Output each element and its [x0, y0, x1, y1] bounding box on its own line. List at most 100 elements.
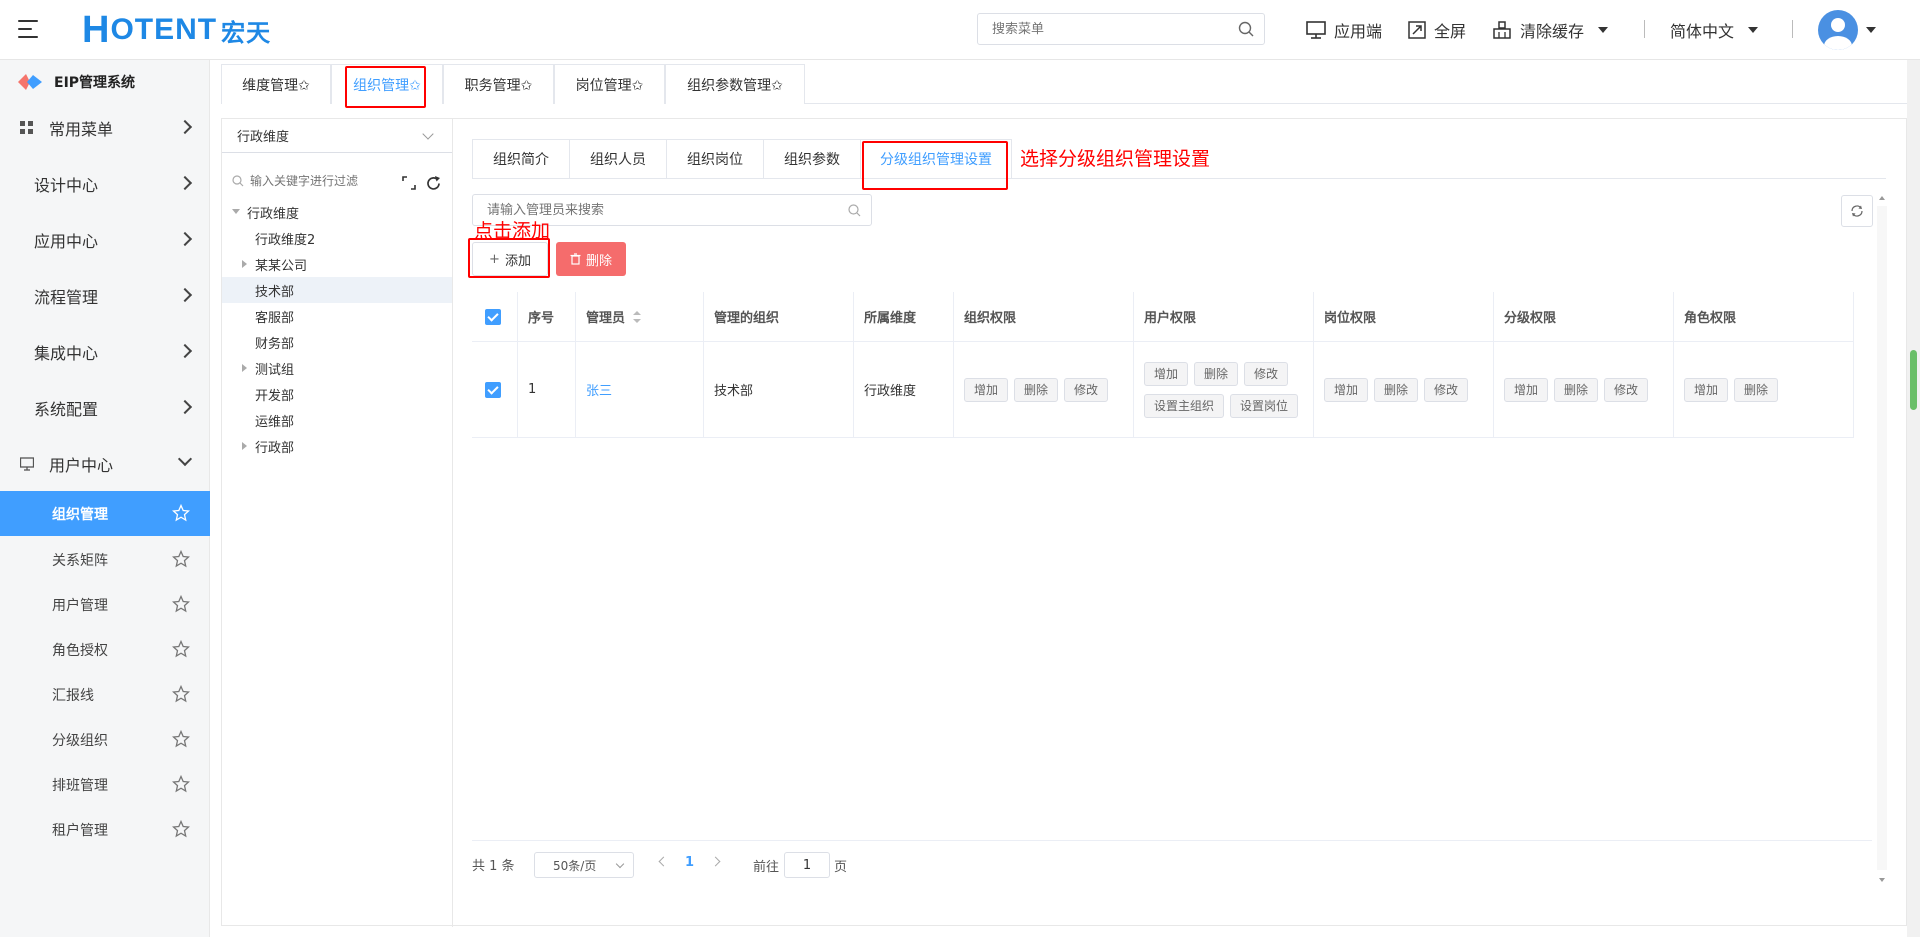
star-icon[interactable] [172, 730, 190, 748]
page-scrollbar[interactable] [1907, 60, 1920, 937]
avatar-caret-icon[interactable] [1866, 27, 1876, 33]
tree-node[interactable]: 行政维度2 [222, 225, 452, 251]
tab-dimension-manage[interactable]: 维度管理✩ [221, 64, 331, 104]
sidebar-sub-grade-org[interactable]: 分级组织 [0, 717, 210, 762]
sidebar-sub-org-manage[interactable]: 组织管理 [0, 491, 210, 536]
tree-expanded-icon[interactable] [232, 209, 240, 214]
sidebar-item-app-center[interactable]: 应用中心 [0, 216, 210, 264]
perm-edit-button[interactable]: 修改 [1424, 377, 1469, 402]
tab-org-param-manage[interactable]: 组织参数管理✩ [665, 64, 805, 104]
sidebar-item-system-config[interactable]: 系统配置 [0, 384, 210, 432]
perm-add-button[interactable]: 增加 [1504, 377, 1549, 402]
current-page[interactable]: 1 [685, 855, 694, 870]
tab-org-manage[interactable]: 组织管理✩ [331, 64, 443, 104]
sidebar-sub-report-line[interactable]: 汇报线 [0, 672, 210, 717]
app-end-button[interactable]: 应用端 [1306, 18, 1382, 42]
perm-add-button[interactable]: 增加 [1684, 377, 1729, 402]
scroll-thumb[interactable] [1910, 350, 1917, 410]
subtab-org-intro[interactable]: 组织简介 [472, 139, 570, 179]
tree-node[interactable]: 开发部 [222, 381, 452, 407]
perm-add-button[interactable]: 增加 [1144, 361, 1189, 386]
perm-edit-button[interactable]: 修改 [1604, 377, 1649, 402]
tree-node[interactable]: 测试组 [222, 355, 452, 381]
search-icon[interactable] [1238, 21, 1254, 37]
star-icon[interactable] [172, 820, 190, 838]
expand-collapse-icon[interactable] [402, 176, 416, 190]
star-icon[interactable] [172, 504, 190, 522]
dimension-select[interactable]: 行政维度 [222, 119, 452, 153]
admin-link[interactable]: 张三 [586, 380, 612, 399]
tab-post-manage[interactable]: 岗位管理✩ [554, 64, 665, 104]
sidebar-sub-role-auth[interactable]: 角色授权 [0, 627, 210, 672]
tree-collapsed-icon[interactable] [242, 260, 247, 268]
perm-add-button[interactable]: 增加 [1324, 377, 1369, 402]
goto-label: 前往 [753, 860, 780, 875]
tree-collapsed-icon[interactable] [242, 442, 247, 450]
clear-cache-button[interactable]: 清除缓存 [1492, 18, 1609, 42]
tree-node[interactable]: 某某公司 [222, 251, 452, 277]
sidebar-item-integration[interactable]: 集成中心 [0, 328, 210, 376]
menu-toggle-icon[interactable] [18, 18, 42, 40]
tree-node[interactable]: 客服部 [222, 303, 452, 329]
tree-filter-input[interactable] [250, 174, 400, 188]
language-select[interactable]: 简体中文 [1670, 18, 1759, 42]
perm-edit-button[interactable]: 修改 [1244, 361, 1289, 386]
perm-delete-button[interactable]: 删除 [1014, 377, 1059, 402]
sidebar-sub-tenant[interactable]: 租户管理 [0, 807, 210, 852]
tree-node[interactable]: 行政部 [222, 433, 452, 459]
tree-node-label: 开发部 [255, 388, 295, 404]
perm-set-post-button[interactable]: 设置岗位 [1230, 393, 1299, 418]
sidebar-item-label: 应用中心 [34, 232, 99, 251]
table-scrollbar[interactable] [1877, 196, 1887, 884]
sidebar-item-user-center[interactable]: 用户中心 [0, 440, 210, 488]
scroll-track[interactable] [1877, 206, 1887, 870]
add-button[interactable]: + 添加 [472, 242, 548, 276]
org-tree-panel: 行政维度 行政维度 行政维度2 某某公司 技术部 客服部 财务部 测试组 开发部… [222, 119, 453, 927]
star-icon[interactable] [172, 775, 190, 793]
perm-set-main-org-button[interactable]: 设置主组织 [1144, 393, 1225, 418]
perm-delete-button[interactable]: 删除 [1734, 377, 1779, 402]
subtab-org-params[interactable]: 组织参数 [763, 139, 861, 179]
fullscreen-button[interactable]: 全屏 [1408, 18, 1466, 42]
tree-node-root[interactable]: 行政维度 [222, 199, 452, 225]
tree-node[interactable]: 财务部 [222, 329, 452, 355]
sidebar-item-design-center[interactable]: 设计中心 [0, 160, 210, 208]
delete-button[interactable]: 删除 [556, 242, 626, 276]
sidebar-sub-user-manage[interactable]: 用户管理 [0, 582, 210, 627]
star-icon[interactable] [172, 595, 190, 613]
goto-page-input[interactable] [784, 852, 830, 878]
star-icon[interactable] [172, 685, 190, 703]
perm-edit-button[interactable]: 修改 [1064, 377, 1109, 402]
subtab-org-posts[interactable]: 组织岗位 [666, 139, 764, 179]
perm-add-button[interactable]: 增加 [964, 377, 1009, 402]
tree-node[interactable]: 运维部 [222, 407, 452, 433]
sidebar-item-common-menu[interactable]: 常用菜单 [0, 104, 210, 152]
star-icon[interactable] [172, 640, 190, 658]
tree-collapsed-icon[interactable] [242, 364, 247, 372]
star-icon[interactable] [172, 550, 190, 568]
sort-icon[interactable] [633, 310, 642, 323]
refresh-icon[interactable] [425, 175, 442, 192]
column-header-sortable[interactable]: 管理员 [576, 292, 704, 342]
user-avatar[interactable] [1818, 10, 1858, 50]
perm-delete-button[interactable]: 删除 [1374, 377, 1419, 402]
sidebar-item-process[interactable]: 流程管理 [0, 272, 210, 320]
tree-node-selected[interactable]: 技术部 [222, 277, 452, 303]
sidebar-sub-schedule[interactable]: 排班管理 [0, 762, 210, 807]
row-checkbox[interactable] [485, 381, 501, 398]
page-size-select[interactable]: 50条/页 [534, 852, 634, 878]
tab-job-manage[interactable]: 职务管理✩ [443, 64, 554, 104]
select-all-checkbox[interactable] [485, 308, 501, 325]
tab-label: 岗位管理✩ [575, 77, 644, 94]
search-icon[interactable] [848, 204, 861, 217]
scroll-down-icon[interactable] [1879, 878, 1885, 882]
subtab-grade-org-settings[interactable]: 分级组织管理设置 [860, 139, 1012, 179]
table-refresh-button[interactable] [1841, 195, 1873, 227]
subtab-org-members[interactable]: 组织人员 [569, 139, 667, 179]
perm-delete-button[interactable]: 删除 [1554, 377, 1599, 402]
chevron-down-icon [422, 128, 434, 140]
perm-delete-button[interactable]: 删除 [1194, 361, 1239, 386]
sidebar-sub-relation-matrix[interactable]: 关系矩阵 [0, 537, 210, 582]
menu-search-input[interactable] [978, 14, 1218, 44]
scroll-up-icon[interactable] [1879, 196, 1885, 200]
